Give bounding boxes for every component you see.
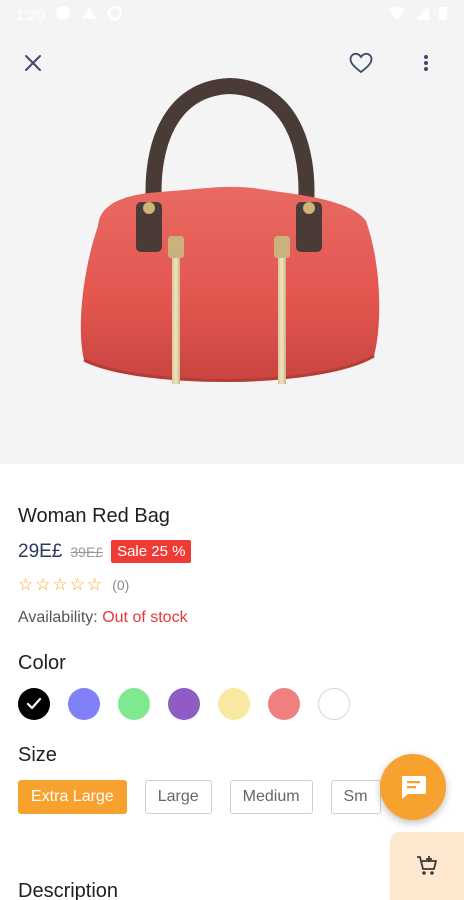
- size-option-large[interactable]: Large: [144, 780, 212, 814]
- triangle-icon: [81, 5, 97, 25]
- current-price: 29E£: [18, 540, 63, 562]
- more-options-button[interactable]: [409, 46, 443, 80]
- check-icon: [26, 697, 42, 710]
- color-swatch-white[interactable]: [318, 688, 350, 720]
- color-swatch-purple[interactable]: [168, 688, 200, 720]
- notification-dot-icon: [55, 5, 71, 25]
- signal-icon: [414, 5, 430, 25]
- size-option-small[interactable]: Sm: [330, 780, 381, 814]
- price-row: 29E£ 39E£ Sale 25 %: [18, 540, 448, 563]
- battery-icon: [438, 5, 448, 25]
- color-swatch-black[interactable]: [18, 688, 50, 720]
- close-icon: [25, 55, 41, 71]
- color-swatch-blue[interactable]: [68, 688, 100, 720]
- availability-label: Availability:: [18, 609, 98, 626]
- favorite-button[interactable]: [344, 46, 378, 80]
- color-swatch-yellow[interactable]: [218, 688, 250, 720]
- sale-badge: Sale 25 %: [111, 540, 192, 563]
- size-label: Size: [18, 744, 57, 766]
- wifi-icon: [388, 5, 406, 25]
- color-swatch-green[interactable]: [118, 688, 150, 720]
- color-swatch-red[interactable]: [268, 688, 300, 720]
- more-vertical-icon: [424, 55, 428, 71]
- status-time: 1:20: [16, 6, 46, 24]
- description-label: Description: [18, 880, 119, 900]
- close-button[interactable]: [16, 46, 50, 80]
- chat-icon: [401, 776, 426, 799]
- color-swatches: [18, 688, 350, 720]
- cart-icon: [417, 856, 437, 875]
- size-options: Extra Large Large Medium Sm: [18, 780, 381, 814]
- rating-stars: ☆☆☆☆☆: [18, 575, 105, 594]
- product-bag-image: [80, 77, 380, 384]
- size-option-extra-large[interactable]: Extra Large: [18, 780, 127, 814]
- size-option-medium[interactable]: Medium: [229, 780, 313, 814]
- product-title: Woman Red Bag: [18, 505, 170, 527]
- status-bar: 1:20: [0, 0, 464, 30]
- color-label: Color: [18, 652, 66, 674]
- data-saver-icon: [107, 5, 123, 25]
- heart-icon: [349, 52, 373, 74]
- availability: Availability: Out of stock: [18, 609, 448, 627]
- old-price: 39E£: [70, 543, 104, 560]
- chat-button[interactable]: [380, 754, 446, 820]
- rating-count: (0): [112, 577, 130, 593]
- rating-row[interactable]: ☆☆☆☆☆ (0): [18, 575, 448, 595]
- product-info: Woman Red Bag 29E£ 39E£ Sale 25 % ☆☆☆☆☆ …: [18, 505, 448, 627]
- availability-status: Out of stock: [102, 609, 188, 626]
- add-to-cart-button[interactable]: [390, 832, 464, 900]
- product-image-area: 1:20: [0, 0, 464, 464]
